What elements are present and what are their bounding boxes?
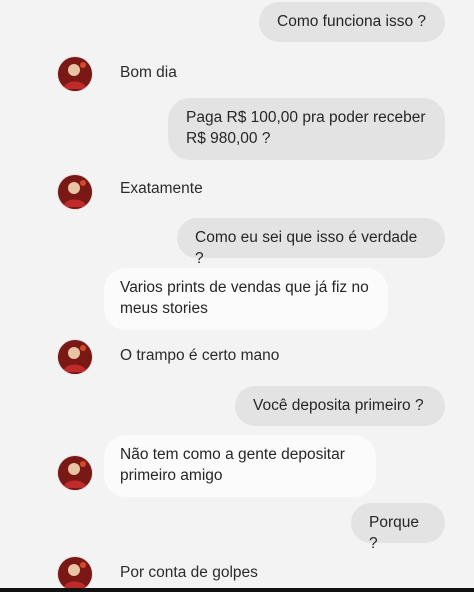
- avatar[interactable]: [58, 340, 92, 374]
- message-incoming: Varios prints de vendas que já fiz no me…: [104, 268, 388, 330]
- profile-avatar-icon: [58, 340, 92, 374]
- avatar[interactable]: [58, 57, 92, 91]
- message-outgoing: Como funciona isso ?: [259, 2, 445, 42]
- bottom-edge: [0, 588, 474, 592]
- chat-thread: Como funciona isso ? Bom dia Paga R$ 100…: [0, 0, 474, 592]
- message-outgoing: Porque ?: [351, 503, 445, 552]
- message-outgoing: Paga R$ 100,00 pra poder receber R$ 980,…: [168, 98, 445, 160]
- message-incoming: Não tem como a gente depositar primeiro …: [104, 435, 376, 497]
- message-outgoing: Você deposita primeiro ?: [235, 386, 445, 426]
- message-incoming-plain: Exatamente: [120, 180, 203, 197]
- profile-avatar-icon: [58, 456, 92, 490]
- avatar[interactable]: [58, 557, 92, 591]
- message-incoming-plain: Bom dia: [120, 64, 177, 81]
- message-incoming-plain: Por conta de golpes: [120, 564, 258, 581]
- avatar[interactable]: [58, 456, 92, 490]
- profile-avatar-icon: [58, 175, 92, 209]
- message-incoming-plain: O trampo é certo mano: [120, 347, 280, 364]
- avatar[interactable]: [58, 175, 92, 209]
- profile-avatar-icon: [58, 557, 92, 591]
- message-outgoing: Como eu sei que isso é verdade ?: [177, 218, 445, 267]
- profile-avatar-icon: [58, 57, 92, 91]
